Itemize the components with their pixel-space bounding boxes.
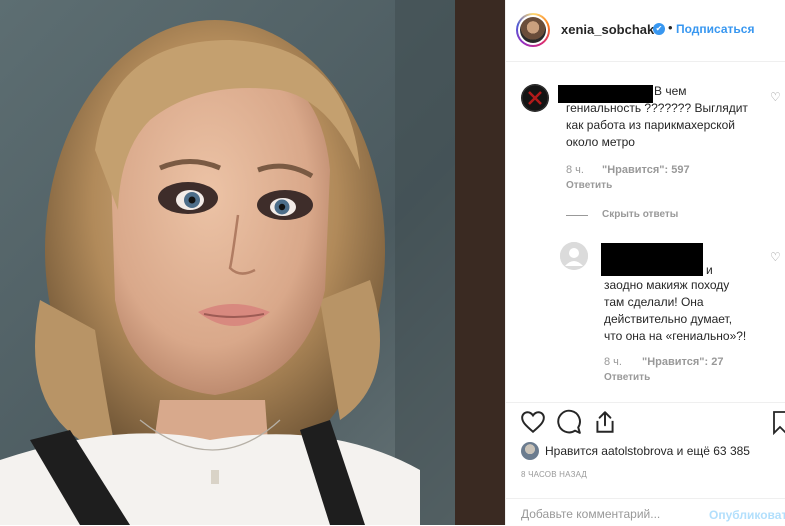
comment-likes[interactable]: "Нравится": 597: [602, 164, 690, 176]
portrait-image: [0, 0, 505, 525]
comment-reply-link[interactable]: Ответить: [566, 180, 612, 191]
add-comment-bar: Опубликовать: [506, 498, 785, 526]
publish-button[interactable]: Опубликовать: [709, 508, 785, 522]
liker-avatar[interactable]: [521, 442, 539, 460]
comment-text: В чем гениальность ??????? Выглядит как …: [566, 84, 748, 149]
comment-bubble-icon[interactable]: [556, 409, 582, 435]
follow-button[interactable]: Подписаться: [676, 22, 754, 36]
commenter-avatar[interactable]: [521, 84, 549, 112]
add-comment-input[interactable]: [521, 507, 711, 521]
separator-dot: •: [668, 20, 673, 35]
post-time-ago: 8 ЧАСОВ НАЗАД: [521, 470, 588, 479]
comment-like-heart-icon[interactable]: ♡: [770, 90, 781, 104]
reply-likes[interactable]: "Нравится": 27: [642, 356, 723, 368]
author-username[interactable]: xenia_sobchak: [561, 22, 654, 37]
author-avatar[interactable]: [516, 13, 550, 47]
check-badge-icon: ✔: [653, 23, 665, 35]
reply-time: 8 ч.: [604, 356, 622, 368]
post-photo[interactable]: [0, 0, 505, 525]
likes-summary-text[interactable]: Нравится aatolstobrova и ещё 63 385: [545, 444, 750, 458]
redacted-reply-username: [601, 243, 703, 276]
reply-reply-link[interactable]: Ответить: [604, 372, 650, 383]
comments-list[interactable]: В чем гениальность ??????? Выглядит как …: [506, 62, 785, 402]
bookmark-icon[interactable]: [772, 409, 785, 435]
hide-replies-link[interactable]: Скрыть ответы: [602, 209, 678, 220]
red-cross-avatar-icon: [521, 84, 549, 112]
likes-summary[interactable]: Нравится aatolstobrova и ещё 63 385: [521, 440, 785, 460]
post-actions-bar: [506, 402, 785, 443]
hide-replies-line: [566, 215, 588, 216]
comment-time: 8 ч.: [566, 164, 584, 176]
reply-like-heart-icon[interactable]: ♡: [770, 250, 781, 264]
reply-avatar[interactable]: [560, 242, 588, 270]
post-header: xenia_sobchak ✔ • Подписаться: [506, 0, 785, 62]
post-sidebar: xenia_sobchak ✔ • Подписаться В чем гени…: [505, 0, 785, 525]
default-user-icon: [560, 242, 588, 270]
reply-text: заодно макияж походу там сделали! Она де…: [604, 278, 747, 343]
heart-icon[interactable]: [520, 409, 546, 435]
share-icon[interactable]: [592, 409, 618, 435]
